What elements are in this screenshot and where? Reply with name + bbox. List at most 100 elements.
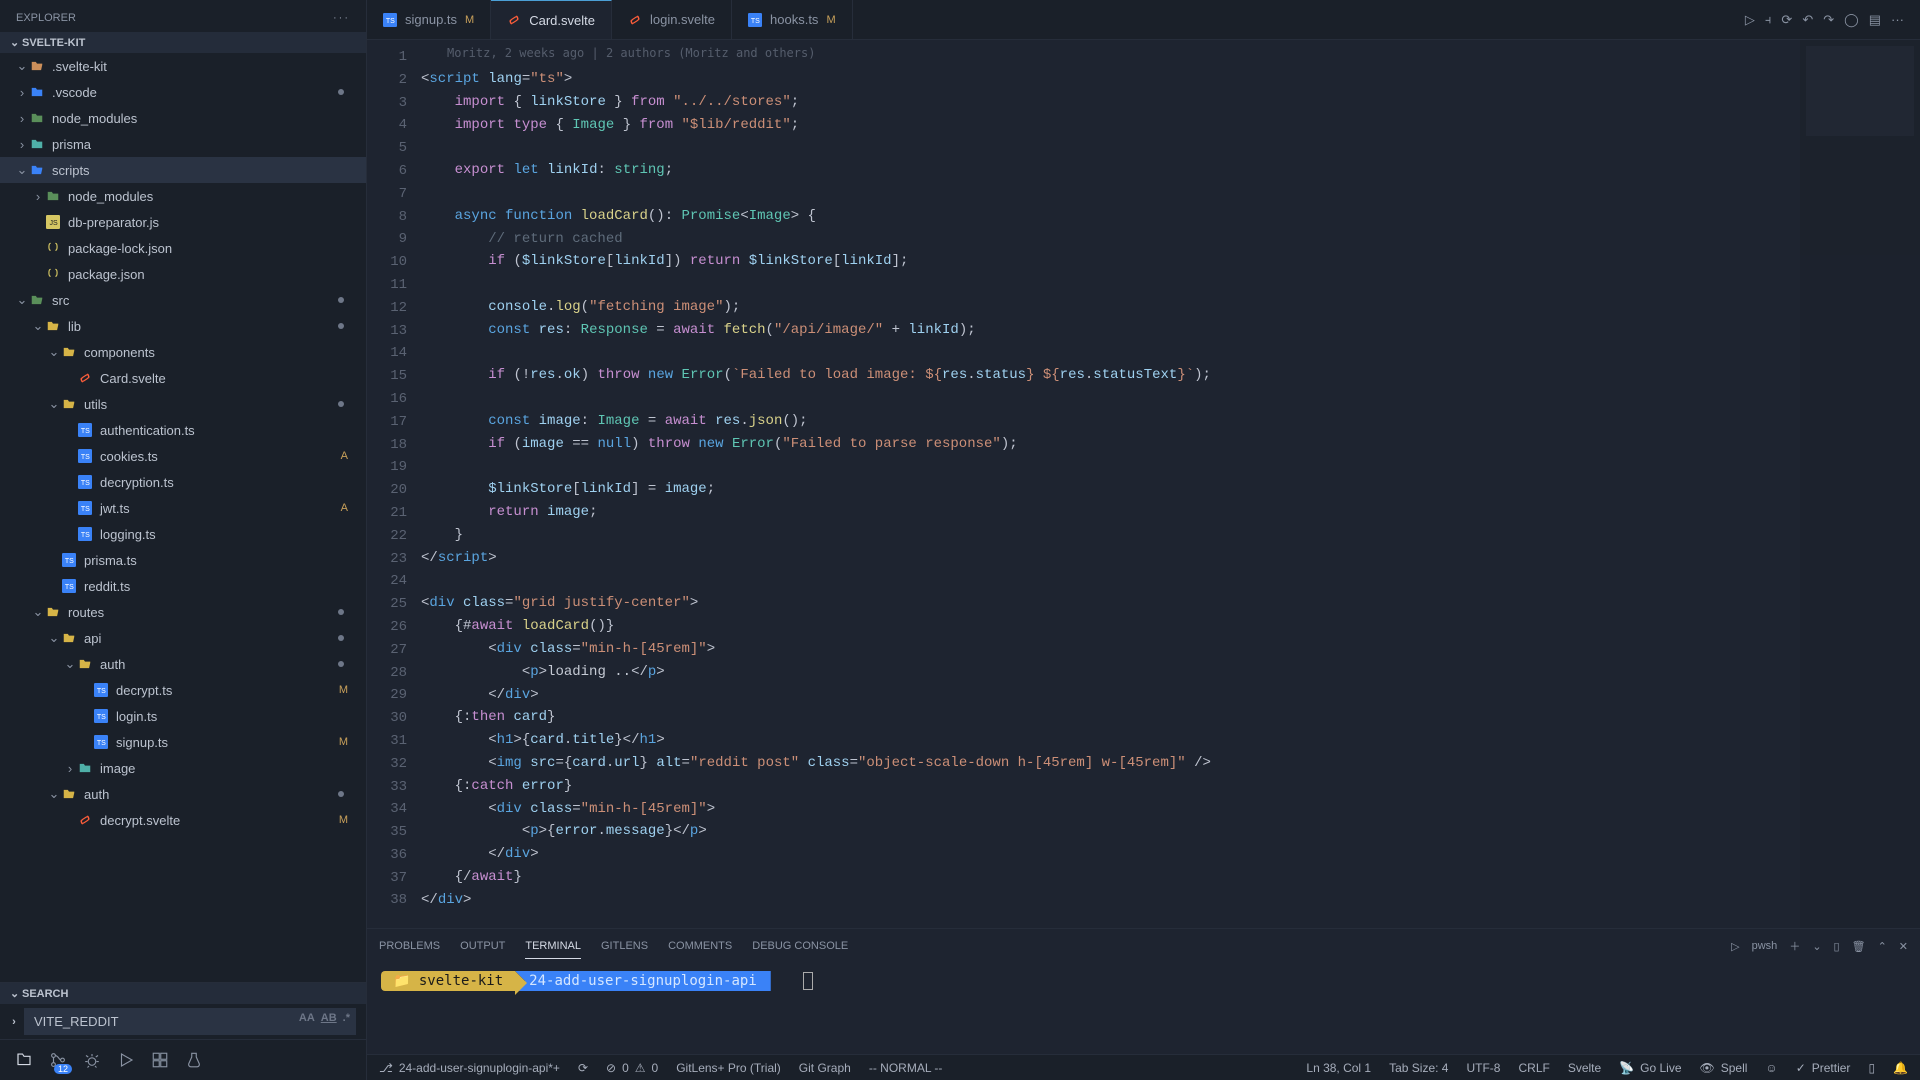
status-prettier[interactable]: ✓ Prettier [1796,1061,1851,1075]
terminal-split-icon[interactable]: ▯ [1834,940,1840,953]
panel-tab[interactable]: COMMENTS [668,934,732,958]
tree-file[interactable]: TSreddit.ts [0,573,366,599]
terminal-dropdown-icon[interactable]: ⌄ [1812,940,1821,953]
tree-folder[interactable]: ⌄auth [0,781,366,807]
tree-file[interactable]: TSsignup.tsM [0,729,366,755]
tree-folder[interactable]: ⌄auth [0,651,366,677]
editor-tab[interactable]: TShooks.tsM [732,0,853,39]
editor-tab[interactable]: TSsignup.tsM [367,0,491,39]
code-editor[interactable]: <script lang="ts"> import { linkStore } … [421,40,1800,928]
minimap[interactable] [1800,40,1920,928]
status-position[interactable]: Ln 38, Col 1 [1306,1061,1371,1075]
tree-file[interactable]: package.json [0,261,366,287]
tree-folder[interactable]: ⌄utils [0,391,366,417]
status-language[interactable]: Svelte [1568,1061,1601,1075]
activity-bar: 12 [0,1039,366,1080]
tree-file[interactable]: decrypt.svelteM [0,807,366,833]
match-word-toggle[interactable]: ab [321,1012,337,1024]
status-sync-icon[interactable]: ⟳ [578,1061,588,1075]
chevron-down-icon: ⌄ [10,36,18,49]
tree-folder[interactable]: ⌄.svelte-kit [0,53,366,79]
tree-file[interactable]: TSlogging.ts [0,521,366,547]
svg-text:TS: TS [81,428,90,435]
status-spell[interactable]: 👁 Spell [1700,1061,1748,1075]
layout-icon[interactable]: ▤ [1869,12,1881,28]
tree-folder[interactable]: ⌄components [0,339,366,365]
split-icon[interactable]: ⫞ [1765,12,1772,28]
panel-tab[interactable]: DEBUG CONSOLE [752,934,848,958]
panel-tab[interactable]: PROBLEMS [379,934,440,958]
terminal-add-icon[interactable]: ＋ [1789,938,1800,954]
debug-fwd-icon[interactable]: ↷ [1823,12,1834,28]
status-split-icon[interactable]: ▯ [1868,1061,1875,1075]
status-encoding[interactable]: UTF-8 [1466,1061,1500,1075]
svg-text:TS: TS [81,532,90,539]
status-feedback-icon[interactable]: ☺ [1765,1061,1777,1075]
status-gitlens[interactable]: GitLens+ Pro (Trial) [676,1061,781,1075]
extensions-activity-icon[interactable] [150,1050,170,1070]
tree-folder[interactable]: ›node_modules [0,105,366,131]
tree-file[interactable]: TScookies.tsA [0,443,366,469]
line-gutter: 1234567891011121314151617181920212223242… [367,40,421,928]
svg-text:TS: TS [65,558,74,565]
explorer-title: EXPLORER [16,12,76,24]
svg-text:JS: JS [50,220,59,227]
match-case-toggle[interactable]: Aa [299,1012,315,1024]
status-problems[interactable]: ⊘ 0 ⚠ 0 [606,1061,658,1075]
panel-tab[interactable]: GITLENS [601,934,648,958]
scm-activity-icon[interactable]: 12 [48,1050,68,1070]
debug-back-icon[interactable]: ↶ [1802,12,1813,28]
tree-folder[interactable]: ›node_modules [0,183,366,209]
editor-tabs: TSsignup.tsMCard.sveltelogin.svelteTShoo… [367,0,1920,40]
explorer-more-icon[interactable]: ··· [333,12,350,24]
tree-folder[interactable]: ›image [0,755,366,781]
tree-file[interactable]: TSjwt.tsA [0,495,366,521]
tree-file[interactable]: TSdecrypt.tsM [0,677,366,703]
play-icon[interactable]: ▷ [1745,12,1755,28]
tree-folder[interactable]: ⌄scripts [0,157,366,183]
run-activity-icon[interactable] [116,1050,136,1070]
status-bell-icon[interactable]: 🔔 [1893,1061,1908,1075]
tree-folder[interactable]: ⌄src [0,287,366,313]
tree-folder[interactable]: ›prisma [0,131,366,157]
sync-icon[interactable]: ⟳ [1781,12,1792,28]
tree-folder[interactable]: ›.vscode [0,79,366,105]
panel-tab[interactable]: TERMINAL [525,934,581,959]
tree-file[interactable]: JSdb-preparator.js [0,209,366,235]
terminal-content[interactable]: 📁 svelte-kit 24-add-user-signuplogin-api [367,963,1920,1054]
regex-toggle[interactable]: .* [343,1012,350,1024]
terminal-shell-label[interactable]: pwsh [1752,940,1778,952]
test-activity-icon[interactable] [184,1050,204,1070]
editor-area: TSsignup.tsMCard.sveltelogin.svelteTShoo… [367,0,1920,1080]
terminal-close-icon[interactable]: ✕ [1899,940,1908,953]
circle-icon[interactable]: ◯ [1844,12,1859,28]
chevron-down-icon: ⌄ [10,987,18,1000]
tree-file[interactable]: TSlogin.ts [0,703,366,729]
terminal-launch-icon[interactable]: ▷ [1731,940,1739,953]
tree-file[interactable]: TSauthentication.ts [0,417,366,443]
tab-actions: ▷ ⫞ ⟳ ↶ ↷ ◯ ▤ ··· [1745,12,1920,28]
status-branch[interactable]: ⎇ 24-add-user-signuplogin-api*+ [379,1061,560,1075]
debug-activity-icon[interactable] [82,1050,102,1070]
status-gitgraph[interactable]: Git Graph [799,1061,851,1075]
status-tabsize[interactable]: Tab Size: 4 [1389,1061,1448,1075]
editor-tab[interactable]: Card.svelte [491,0,612,39]
tree-folder[interactable]: ⌄api [0,625,366,651]
tree-file[interactable]: Card.svelte [0,365,366,391]
status-golive[interactable]: 📡 Go Live [1619,1061,1681,1075]
status-eol[interactable]: CRLF [1518,1061,1549,1075]
more-icon[interactable]: ··· [1891,12,1904,28]
explorer-activity-icon[interactable] [14,1050,34,1070]
terminal-maximize-icon[interactable]: ⌃ [1878,940,1887,953]
tree-folder[interactable]: ⌄lib [0,313,366,339]
tree-file[interactable]: TSprisma.ts [0,547,366,573]
tree-file[interactable]: TSdecryption.ts [0,469,366,495]
editor-tab[interactable]: login.svelte [612,0,732,39]
tree-file[interactable]: package-lock.json [0,235,366,261]
project-section-header[interactable]: ⌄ SVELTE-KIT [0,32,366,53]
panel-tab[interactable]: OUTPUT [460,934,505,958]
tree-folder[interactable]: ⌄routes [0,599,366,625]
status-mode: -- NORMAL -- [869,1061,943,1075]
terminal-trash-icon[interactable]: 🗑 [1852,940,1866,953]
search-section-header[interactable]: ⌄ SEARCH [0,983,366,1004]
